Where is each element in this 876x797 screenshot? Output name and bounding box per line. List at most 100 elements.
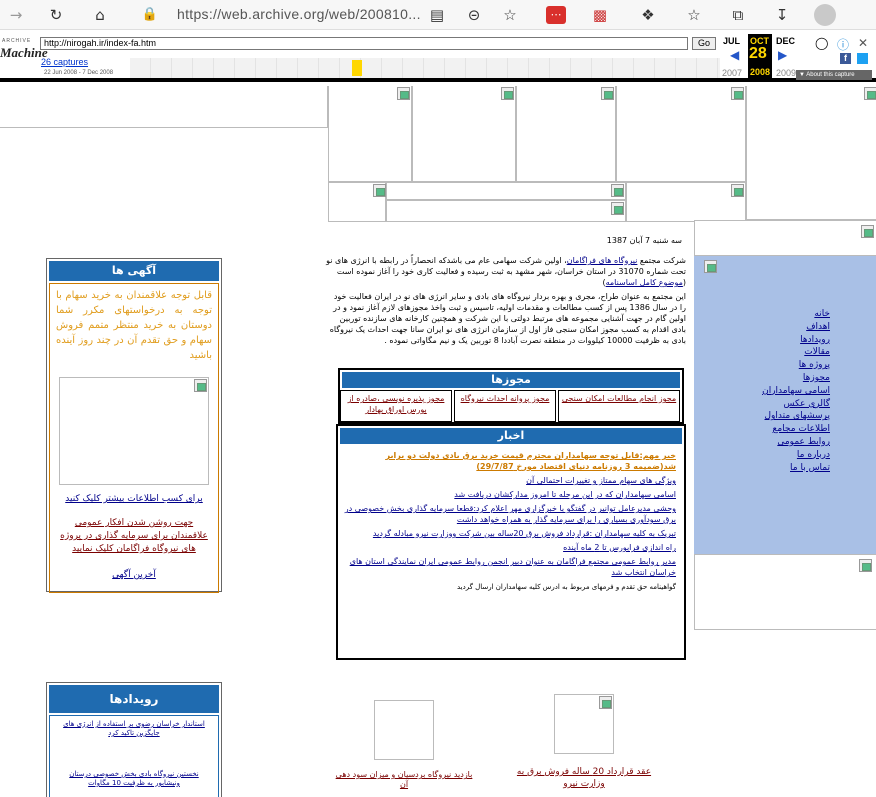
month-next[interactable]: DEC bbox=[776, 36, 795, 46]
permits-title: مجوزها bbox=[342, 372, 680, 388]
broken-image-icon bbox=[601, 87, 614, 100]
captures-link[interactable]: 26 captures bbox=[41, 57, 88, 67]
add-favorite-icon[interactable]: ☆ bbox=[498, 4, 522, 26]
news-item-link[interactable]: اسامی سهامداران که در این مرحله تا امروز… bbox=[454, 490, 676, 499]
menu-item-articles[interactable]: مقالات bbox=[762, 346, 830, 359]
back-icon[interactable]: → bbox=[4, 4, 28, 26]
extension-icon[interactable]: ⋯ bbox=[546, 6, 566, 24]
menu-item-goals[interactable]: اهداف bbox=[762, 321, 830, 334]
banner-image-8 bbox=[386, 200, 626, 222]
ads-more-info-link[interactable]: برای کسب اطلاعات بیشتر کلیک کنید bbox=[65, 494, 203, 504]
broken-image-icon bbox=[599, 696, 612, 709]
menu-item-contact[interactable]: تماس با ما bbox=[762, 462, 830, 475]
ads-text: قابل توجه علاقمندان به خرید سهام با توجه… bbox=[56, 290, 212, 361]
year-current: 2008 bbox=[750, 67, 771, 77]
menu-item-projects[interactable]: پروژه ها bbox=[762, 359, 830, 372]
photo-caption-link[interactable]: بازدید نیروگاه بردسیان و میزان سود دهی آ… bbox=[334, 770, 474, 790]
news-footer: گواهینامه حق تقدم و فرمهای مربوط به ادرس… bbox=[456, 583, 676, 591]
banner-image-left bbox=[0, 86, 328, 128]
menu-item-gallery[interactable]: گالری عکس bbox=[762, 398, 830, 411]
lock-icon[interactable]: 🔒 bbox=[138, 4, 162, 26]
downloads-icon[interactable]: ↧ bbox=[770, 4, 794, 26]
zoom-out-icon[interactable]: ⊝ bbox=[462, 4, 486, 26]
home-icon[interactable]: ⌂ bbox=[88, 4, 112, 26]
year-prev[interactable]: 2007 bbox=[722, 68, 742, 78]
banner-image-6 bbox=[328, 182, 386, 222]
menu-item-about[interactable]: درباره ما bbox=[762, 449, 830, 462]
close-icon[interactable]: ✕ bbox=[858, 36, 868, 50]
shield-extension-icon[interactable]: ▩ bbox=[588, 4, 612, 26]
photo-thumb[interactable] bbox=[554, 694, 614, 754]
favorites-icon[interactable]: ☆ bbox=[682, 4, 706, 26]
menu-item-events[interactable]: رویدادها bbox=[762, 334, 830, 347]
news-item-link[interactable]: مدیر روابط عمومی مجتمع فراگامان به عنوان… bbox=[350, 557, 676, 577]
ads-investment-link[interactable]: جهت روشن شدن افکار عمومی علاقمندان برای … bbox=[56, 517, 212, 556]
wayback-url-input[interactable]: http://nirogah.ir/index-fa.htm bbox=[40, 37, 688, 50]
profile-icon[interactable] bbox=[814, 4, 836, 26]
day-current: 28 bbox=[749, 45, 767, 62]
news-item-link[interactable]: وحشی مدیرعامل توانیر در گفتگو با خبرگزار… bbox=[345, 504, 676, 524]
timeline-marker[interactable] bbox=[352, 60, 362, 76]
reader-icon[interactable]: ▤ bbox=[425, 4, 449, 26]
intro-company-link[interactable]: نیروگاه های فراگامان bbox=[567, 256, 638, 265]
banner-image-3 bbox=[516, 86, 616, 182]
news-item-link[interactable]: تبریک به کلیه سهامداران :قرارداد فروش بر… bbox=[373, 529, 676, 538]
permit-construction-link[interactable]: مجوز پروانه احداث نیروگاه bbox=[454, 390, 556, 422]
user-icon[interactable]: ◯ bbox=[815, 36, 828, 50]
address-bar[interactable]: https://web.archive.org/web/200810... bbox=[177, 6, 421, 22]
date-line: سه شنبه 7 آبان 1387 bbox=[606, 236, 682, 245]
about-capture-button[interactable]: ▼ About this capture bbox=[796, 70, 872, 80]
help-icon[interactable]: ⓘ bbox=[837, 36, 849, 53]
photo-thumb[interactable] bbox=[374, 700, 434, 760]
menu-item-faq[interactable]: پرسشهای متداول bbox=[762, 410, 830, 423]
wayback-toolbar: ARCHIVE Machine http://nirogah.ir/index-… bbox=[0, 30, 876, 82]
browser-toolbar: → ↻ ⌂ 🔒 https://web.archive.org/web/2008… bbox=[0, 0, 876, 30]
events-list: استاندار خراسان رضوی بر استفاده از انرژی… bbox=[49, 715, 219, 797]
collections-icon[interactable]: ⧉ bbox=[726, 4, 750, 26]
puzzle-icon[interactable]: ❖ bbox=[636, 4, 660, 26]
banner-image-10 bbox=[694, 220, 876, 256]
menu-list: خانه اهداف رویدادها مقالات پروژه ها مجوز… bbox=[762, 308, 830, 474]
menu-item-shareholders[interactable]: اسامی سهامداران bbox=[762, 385, 830, 398]
news-item-link[interactable]: ویژگی های سهام ممتاز و تغییرات احتمالی آ… bbox=[526, 476, 676, 485]
event-item-link[interactable]: نخستین نیروگاه بادی بخش خصوصی درستان ونی… bbox=[60, 770, 208, 788]
year-next[interactable]: 2009 bbox=[776, 68, 796, 78]
broken-image-icon bbox=[397, 87, 410, 100]
permits-box: مجوزها مجوز انجام مطالعات امکان سنجی مجو… bbox=[338, 368, 684, 424]
ads-latest-link[interactable]: آخرین آگهی bbox=[112, 570, 156, 580]
intro-charter-link[interactable]: موضوع کامل اساسنامه bbox=[606, 278, 683, 287]
broken-image-icon bbox=[704, 260, 717, 273]
side-image-bottom bbox=[694, 554, 876, 630]
twitter-icon[interactable] bbox=[857, 53, 868, 64]
next-arrow-icon[interactable]: ▶ bbox=[778, 48, 787, 62]
refresh-icon[interactable]: ↻ bbox=[44, 4, 68, 26]
ads-box: آگهی ها قابل توجه علاقمندان به خرید سهام… bbox=[46, 258, 222, 593]
banner-image-1 bbox=[328, 86, 412, 182]
event-item-link[interactable]: استاندار خراسان رضوی بر استفاده از انرژی… bbox=[60, 720, 208, 738]
news-item-link[interactable]: راه اندازی فرابورس تا 2 ماه آینده bbox=[563, 543, 676, 552]
intro-p1-before: شرکت مجتمع bbox=[637, 256, 686, 265]
banner-image-4 bbox=[616, 86, 746, 182]
ads-content: قابل توجه علاقمندان به خرید سهام با توجه… bbox=[49, 283, 219, 593]
news-box: اخبار خبر مهم:قابل توجه سهامداران محترم … bbox=[336, 424, 686, 660]
wayback-go-button[interactable]: Go bbox=[692, 37, 716, 50]
prev-arrow-icon[interactable]: ◀ bbox=[730, 48, 739, 62]
intro-p2: این مجتمع به عنوان طراح، مجری و بهره برد… bbox=[329, 292, 686, 345]
menu-item-assemblies[interactable]: اطلاعات مجامع bbox=[762, 423, 830, 436]
facebook-icon[interactable]: f bbox=[840, 53, 851, 64]
permit-subscription-link[interactable]: مجوز پذیره نویسی ،صادره از بورس اوراق به… bbox=[340, 390, 452, 422]
menu-item-public-relations[interactable]: روابط عمومی bbox=[762, 436, 830, 449]
menu-item-permits[interactable]: مجوزها bbox=[762, 372, 830, 385]
permit-feasibility-link[interactable]: مجوز انجام مطالعات امکان سنجی bbox=[558, 390, 680, 422]
month-prev[interactable]: JUL bbox=[723, 36, 740, 46]
menu-item-home[interactable]: خانه bbox=[762, 308, 830, 321]
banner-image-7 bbox=[386, 182, 626, 200]
news-title: اخبار bbox=[340, 428, 682, 444]
photo-caption-link[interactable]: عقد قرارداد 20 ساله فروش برق به وزارت نی… bbox=[512, 766, 656, 790]
capture-timeline[interactable] bbox=[130, 58, 720, 78]
broken-image-icon bbox=[859, 559, 872, 572]
news-highlight-link[interactable]: خبر مهم:قابل توجه سهامداران محترم قیمت خ… bbox=[386, 451, 676, 471]
broken-image-icon bbox=[501, 87, 514, 100]
ads-title: آگهی ها bbox=[49, 261, 219, 281]
broken-image-icon bbox=[194, 379, 207, 392]
